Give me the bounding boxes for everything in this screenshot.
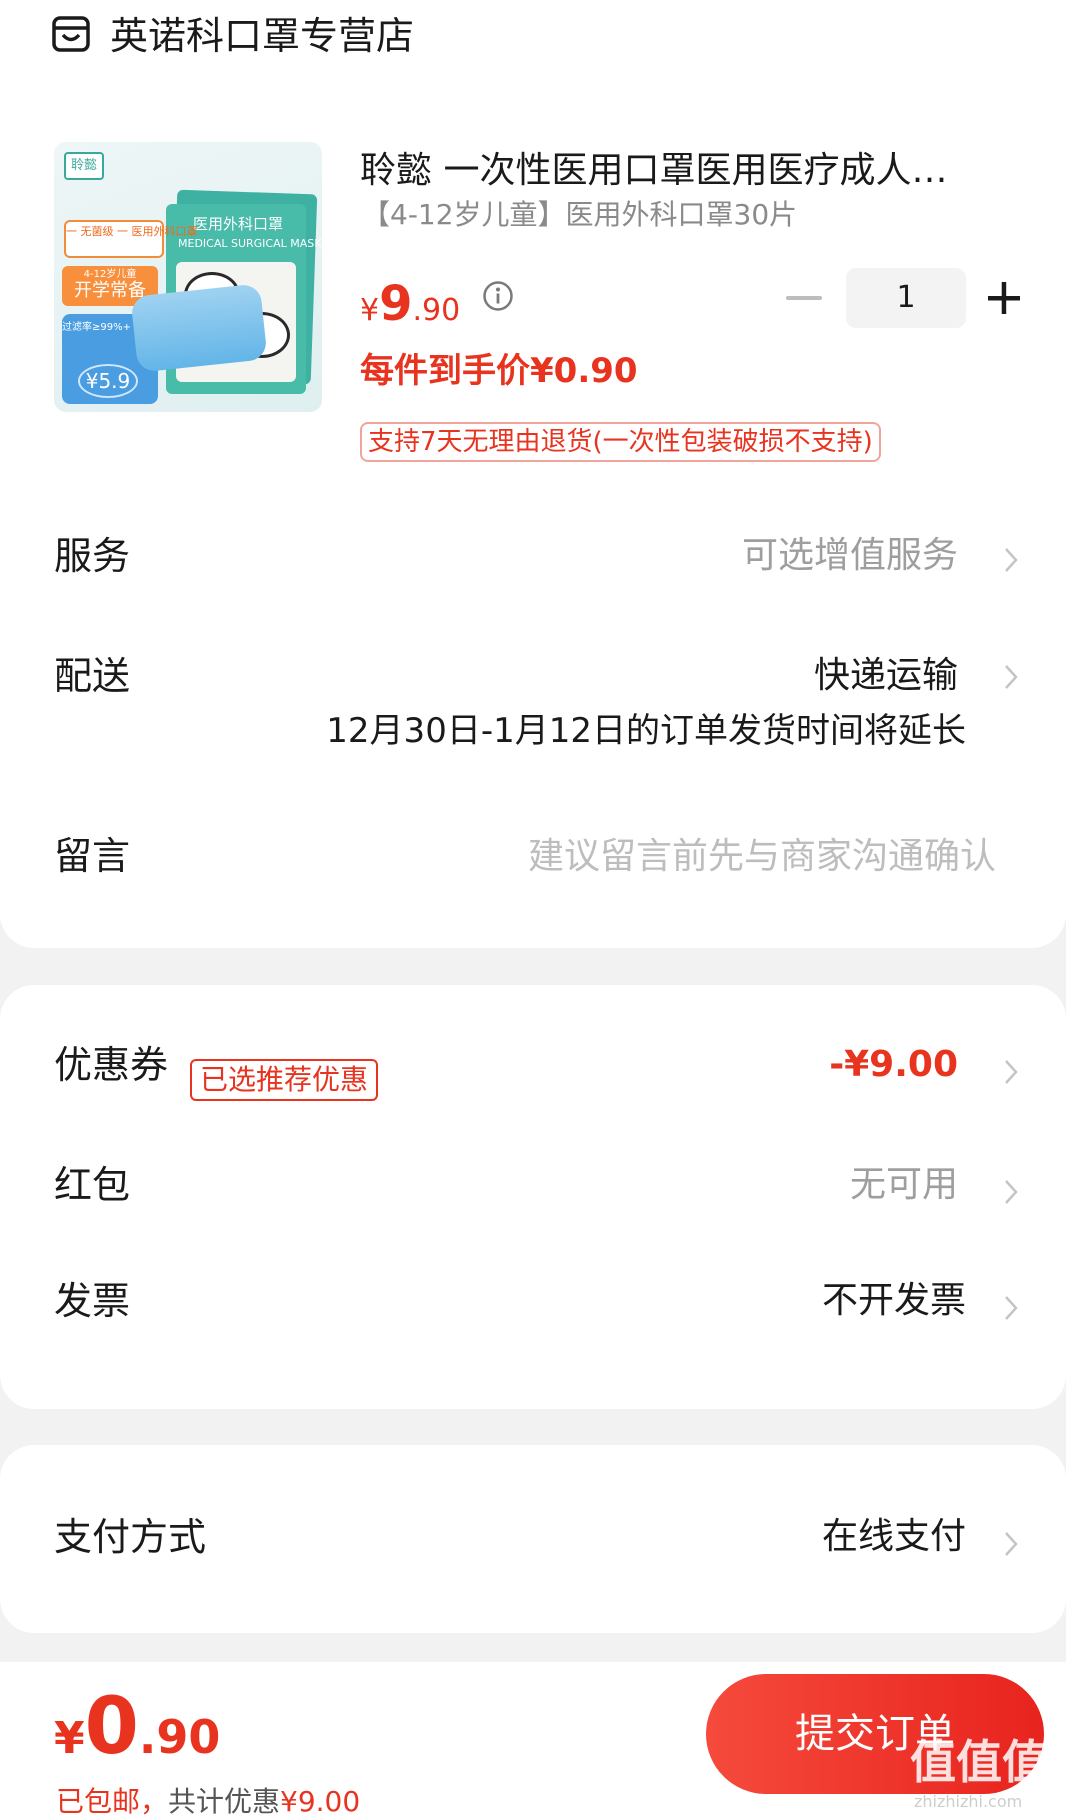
- quantity-input[interactable]: 1: [846, 268, 966, 328]
- chevron-right-icon[interactable]: [1002, 1177, 1020, 1207]
- invoice-value[interactable]: 不开发票: [822, 1277, 966, 1325]
- shipping-discount-summary: 已包邮，共计优惠¥9.00: [56, 1784, 360, 1817]
- service-value[interactable]: 可选增值服务: [742, 532, 958, 580]
- payment-method-label: 支付方式: [54, 1515, 207, 1559]
- message-input[interactable]: [440, 826, 996, 886]
- coupon-value[interactable]: -¥9.00: [829, 1041, 958, 1089]
- discount-note: 共计优惠: [168, 1785, 281, 1817]
- shop-icon: [52, 16, 90, 52]
- coupon-label: 优惠券: [54, 1043, 169, 1087]
- chevron-right-icon[interactable]: [1002, 1529, 1020, 1559]
- product-image[interactable]: 医用外科口罩 MEDICAL SURGICAL MASK 聆懿 一 无菌级 一 …: [54, 142, 322, 412]
- watermark-logo: 值值值: [910, 1735, 1048, 1789]
- mask-illustration: [130, 283, 268, 373]
- red-packet-label: 红包: [54, 1163, 131, 1207]
- service-label: 服务: [54, 534, 131, 578]
- chevron-right-icon[interactable]: [1002, 662, 1020, 692]
- store-name[interactable]: 英诺科口罩专营店: [110, 12, 414, 60]
- product-spec[interactable]: 【4-12岁儿童】医用外科口罩30片: [362, 196, 797, 234]
- red-packet-value[interactable]: 无可用: [850, 1161, 958, 1209]
- chevron-right-icon[interactable]: [1002, 1057, 1020, 1087]
- quantity-increase-button[interactable]: [986, 280, 1022, 316]
- return-policy-badge: 支持7天无理由退货(一次性包装破损不支持): [360, 422, 881, 462]
- total-integer: 0: [84, 1682, 139, 1772]
- total-currency: ¥: [54, 1713, 85, 1764]
- chevron-right-icon[interactable]: [1002, 1293, 1020, 1323]
- image-tag-age: 4-12岁儿童: [83, 269, 137, 280]
- image-pack-subtitle: MEDICAL SURGICAL MASK: [178, 237, 322, 250]
- price-currency: ¥: [360, 293, 380, 328]
- checkout-bar: ¥0.90 已包邮，共计优惠¥9.00 提交订单 值值值 zhizhizhi.c…: [0, 1662, 1066, 1817]
- discount-card: 优惠券 已选推荐优惠 -¥9.00 红包 无可用 发票 不开发票: [0, 985, 1066, 1409]
- shipping-label: 配送: [54, 654, 131, 698]
- product-price: ¥9.90: [360, 276, 460, 332]
- payment-method-value[interactable]: 在线支付: [822, 1513, 966, 1561]
- total-decimal: .90: [138, 1710, 221, 1764]
- coupon-recommended-badge: 已选推荐优惠: [190, 1059, 379, 1101]
- image-tag-price: ¥5.9: [78, 364, 138, 398]
- image-tag-sterile: 一 无菌级 一 医用外科口罩: [64, 220, 198, 258]
- message-label: 留言: [54, 834, 131, 878]
- shipping-value[interactable]: 快递运输: [814, 652, 958, 700]
- chevron-right-icon[interactable]: [1002, 545, 1020, 575]
- total-price: ¥0.90: [54, 1682, 220, 1772]
- image-brand-logo: 聆懿: [64, 152, 104, 180]
- watermark-url: zhizhizhi.com: [914, 1792, 1023, 1811]
- shipping-delay-note: 12月30日-1月12日的订单发货时间将延长: [326, 711, 966, 751]
- price-decimal: .90: [412, 293, 461, 328]
- payment-card: 支付方式 在线支付: [0, 1445, 1066, 1633]
- free-shipping-text: 已包邮，: [56, 1785, 169, 1817]
- invoice-label: 发票: [54, 1279, 131, 1323]
- discount-amount: ¥9.00: [280, 1785, 361, 1817]
- order-card: 英诺科口罩专营店 医用外科口罩 MEDICAL SURGICAL MASK 聆懿…: [0, 0, 1066, 948]
- quantity-decrease-button[interactable]: [786, 296, 822, 300]
- unit-final-price: 每件到手价¥0.90: [360, 351, 638, 391]
- info-icon[interactable]: [482, 280, 514, 312]
- product-title[interactable]: 聆懿 一次性医用口罩医用医疗成人…: [360, 148, 1000, 194]
- price-integer: 9: [379, 276, 413, 332]
